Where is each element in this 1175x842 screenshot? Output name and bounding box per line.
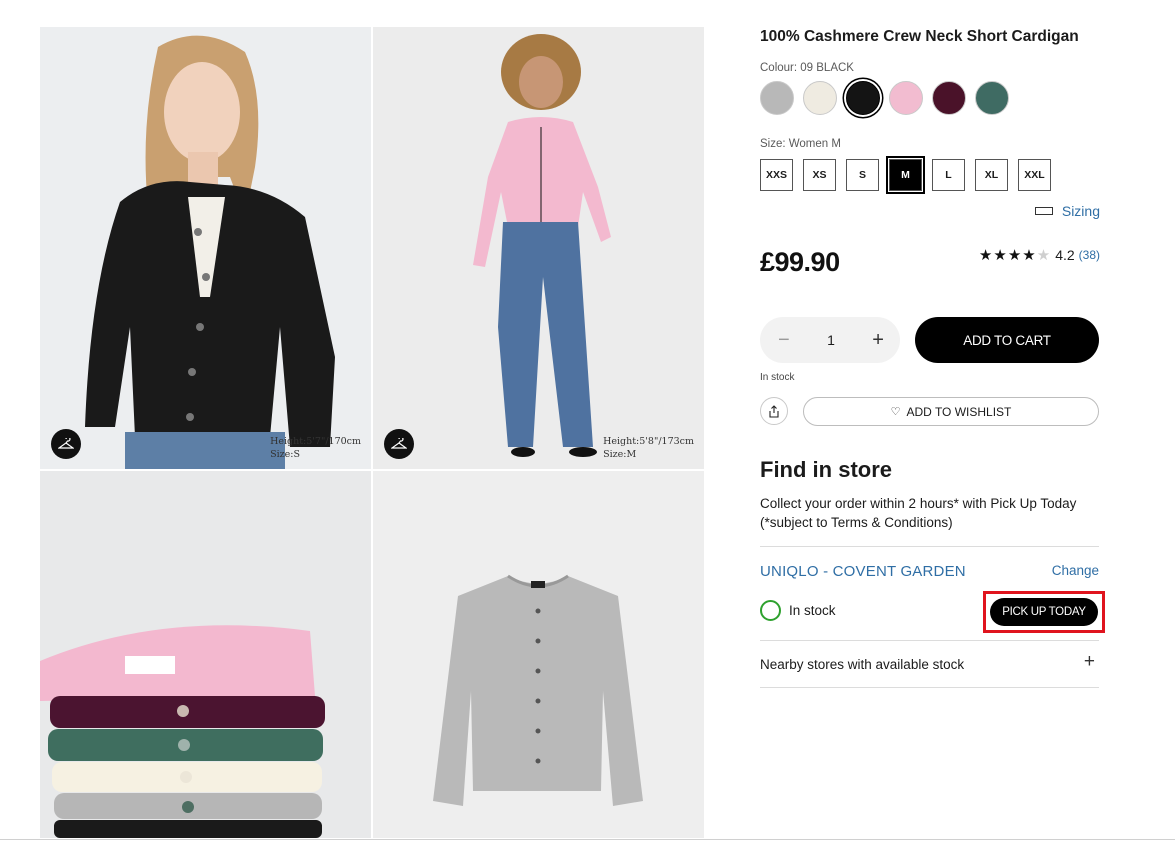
product-title: 100% Cashmere Crew Neck Short Cardigan [760, 28, 1079, 45]
review-count[interactable]: (38) [1079, 248, 1100, 262]
model-pink-illustration [373, 27, 704, 469]
share-icon [769, 404, 779, 418]
size-option-xl[interactable]: XL [975, 159, 1008, 191]
collect-line2: (*subject to Terms & Conditions) [760, 515, 953, 530]
stock-status: In stock [760, 372, 795, 383]
rating-value: 4.2 [1055, 247, 1075, 263]
sizing-link[interactable]: Sizing [1034, 203, 1100, 219]
colour-swatch-black[interactable] [846, 81, 880, 115]
star-rating-icon: ★★★★★ [979, 246, 1051, 264]
find-in-store-heading: Find in store [760, 457, 892, 482]
ruler-icon [1034, 207, 1053, 215]
quantity-stepper: − 1 + [760, 317, 900, 363]
model-size: Size:S [270, 449, 300, 460]
size-option-xxl[interactable]: XXL [1018, 159, 1051, 191]
expand-plus-icon[interactable]: + [1084, 651, 1095, 673]
colour-swatch-off-white[interactable] [803, 81, 837, 115]
heart-icon: ♡ [890, 406, 901, 418]
size-option-s[interactable]: S [846, 159, 879, 191]
size-label: Size: Women M [760, 138, 841, 150]
size-selector: XXS XS S M L XL XXL [760, 156, 1061, 194]
colour-swatch-wine[interactable] [932, 81, 966, 115]
model-size: Size:M [603, 449, 637, 460]
product-details-panel: 100% Cashmere Crew Neck Short Cardigan C… [760, 0, 1105, 842]
pick-up-today-button[interactable]: PICK UP TODAY [990, 598, 1098, 626]
share-button[interactable] [760, 397, 788, 425]
wishlist-label: ADD TO WISHLIST [906, 404, 1012, 419]
colour-swatch-pink[interactable] [889, 81, 923, 115]
size-option-m[interactable]: M [886, 156, 925, 194]
product-image-grey-flat[interactable] [373, 471, 704, 838]
size-option-xxs[interactable]: XXS [760, 159, 793, 191]
colour-swatch-grey[interactable] [760, 81, 794, 115]
star-filled-icon: ★ [978, 247, 994, 264]
stacked-cardigans-illustration [40, 471, 371, 838]
colour-swatch-green[interactable] [975, 81, 1009, 115]
store-name[interactable]: UNIQLO - COVENT GARDEN [760, 563, 966, 580]
change-store-link[interactable]: Change [1052, 563, 1099, 578]
size-option-l[interactable]: L [932, 159, 965, 191]
add-to-wishlist-button[interactable]: ♡ ADD TO WISHLIST [803, 397, 1099, 426]
minus-icon[interactable]: − [778, 329, 790, 352]
rating[interactable]: ★★★★★ 4.2 (38) [979, 246, 1100, 264]
quantity-value[interactable]: 1 [827, 332, 835, 348]
plus-icon[interactable]: + [872, 329, 884, 352]
store-stock-status: In stock [789, 603, 836, 618]
star-empty-icon: ★ [1036, 247, 1052, 264]
nearby-stores-toggle[interactable]: Nearby stores with available stock [760, 657, 964, 672]
sizing-label: Sizing [1061, 203, 1100, 219]
in-stock-circle-icon [760, 600, 781, 621]
pickup-highlight: PICK UP TODAY [983, 591, 1105, 633]
divider [760, 546, 1099, 547]
colour-swatches [760, 81, 1018, 115]
star-filled-icon: ★ [1007, 247, 1023, 264]
divider [760, 640, 1099, 641]
add-to-cart-button[interactable]: ADD TO CART [915, 317, 1099, 363]
model-black-illustration [40, 27, 371, 469]
star-filled-icon: ★ [993, 247, 1008, 264]
product-image-black-model[interactable]: Height:5'7"/170cm Size:S [40, 27, 371, 469]
model-height: Height:5'8"/173cm [603, 436, 694, 447]
product-gallery: Height:5'7"/170cm Size:S Height:5'8"/173… [40, 27, 704, 838]
divider [760, 687, 1099, 688]
product-image-stack[interactable] [40, 471, 371, 838]
hanger-icon[interactable] [384, 429, 414, 459]
model-info: Height:5'7"/170cm Size:S [270, 435, 361, 461]
product-image-pink-model[interactable]: Height:5'8"/173cm Size:M [373, 27, 704, 469]
product-price: £99.90 [760, 247, 840, 277]
colour-label: Colour: 09 BLACK [760, 62, 854, 74]
model-info: Height:5'8"/173cm Size:M [603, 435, 694, 461]
size-option-xs[interactable]: XS [803, 159, 836, 191]
model-height: Height:5'7"/170cm [270, 436, 361, 447]
collect-info: Collect your order within 2 hours* with … [760, 494, 1076, 532]
page-bottom-border [0, 839, 1175, 840]
collect-line1: Collect your order within 2 hours* with … [760, 496, 1077, 511]
star-filled-icon: ★ [1022, 247, 1037, 264]
grey-cardigan-illustration [373, 471, 704, 838]
hanger-icon[interactable] [51, 429, 81, 459]
